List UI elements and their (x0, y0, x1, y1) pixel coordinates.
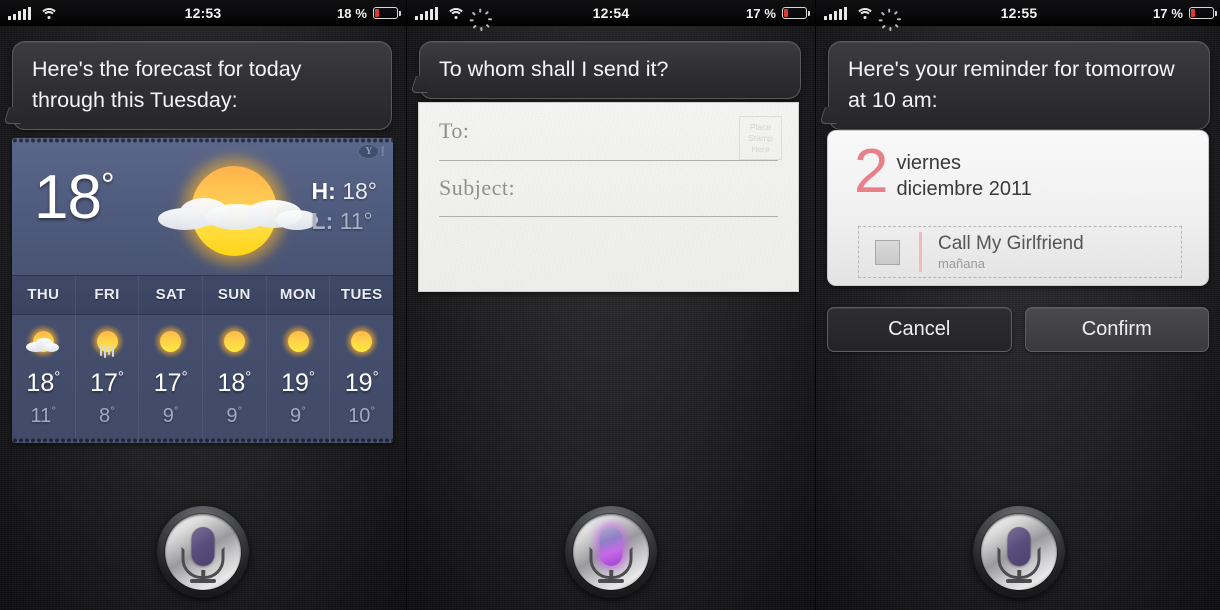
status-bar-right: 17 % (1152, 0, 1217, 26)
forecast-high: 19° (344, 368, 379, 397)
current-temperature: 18° (34, 163, 115, 232)
forecast-high: 18° (217, 368, 252, 397)
forecast-day-label: SAT (139, 276, 204, 314)
reminder-list-item[interactable]: Call My Girlfriend mañana (858, 226, 1182, 278)
battery-icon (782, 7, 810, 19)
email-subject-label: Subject: (439, 175, 516, 200)
forecast-day-label: THU (12, 276, 76, 314)
forecast-cell[interactable]: 19° 10° (330, 315, 393, 440)
current-condition-icon (158, 147, 318, 275)
forecast-low: 9° (226, 403, 243, 427)
sun-behind-rain-icon (90, 324, 124, 358)
forecast-low: 9° (290, 403, 306, 427)
forecast-cell[interactable]: 18° 9° (203, 315, 267, 440)
weather-widget[interactable]: Y! 18° H: 18° L: 11° THU FRI SAT SUN MON… (12, 138, 393, 443)
email-to-underline (439, 160, 778, 161)
siri-response-bubble: Here's the forecast for today through th… (12, 41, 392, 130)
sun-icon (217, 324, 252, 358)
reminder-date-header: 2 viernes diciembre 2011 (854, 137, 1032, 206)
email-to-label: To: (439, 118, 470, 143)
siri-reminder-screen: 12:55 17 % Here's your reminder for tomo… (815, 0, 1220, 610)
sun-icon (153, 324, 188, 358)
low-temperature: L: 11° (311, 208, 373, 234)
forecast-cell[interactable]: 17° 8° (76, 315, 140, 440)
forecast-day-label: SUN (203, 276, 267, 314)
forecast-low: 9° (162, 403, 179, 427)
battery-percentage: 18 % (336, 5, 367, 21)
forecast-low: 8° (99, 403, 115, 427)
status-bar: 12:53 18 % (0, 0, 406, 26)
forecast-high: 17° (90, 368, 124, 397)
weather-current-conditions: Y! 18° H: 18° L: 11° (12, 138, 393, 275)
siri-response-bubble: To whom shall I send it? (419, 41, 801, 99)
mic-icon (573, 514, 649, 590)
reminder-month-year: diciembre 2011 (896, 178, 1032, 200)
widget-top-perforation (12, 138, 393, 143)
reminder-card[interactable]: 2 viernes diciembre 2011 Call My Girlfri… (827, 130, 1209, 286)
siri-response-text: Here's your reminder for tomorrow at 10 … (848, 57, 1175, 112)
sun-behind-cloud-icon (26, 324, 61, 358)
reminder-checkbox[interactable] (875, 239, 900, 265)
email-body-field[interactable] (439, 228, 778, 281)
forecast-day-label: FRI (76, 276, 140, 314)
battery-icon (373, 7, 401, 19)
reminder-color-bar (919, 232, 922, 272)
siri-mic-button[interactable] (973, 506, 1065, 598)
forecast-cell[interactable]: 19° 9° (267, 315, 331, 440)
forecast-high: 19° (281, 368, 315, 397)
status-bar: 12:55 17 % (816, 0, 1220, 31)
siri-response-text: To whom shall I send it? (439, 57, 669, 81)
battery-percentage: 17 % (1152, 5, 1183, 21)
yahoo-logo-icon: Y! (358, 144, 385, 159)
siri-email-screen: 12:54 17 % To whom shall I send it? Plac… (406, 0, 815, 610)
status-bar-right: 18 % (336, 0, 401, 26)
forecast-day-headers: THU FRI SAT SUN MON TUES (12, 275, 393, 314)
email-compose-card[interactable]: Place Stamp Here To: Subject: (418, 102, 799, 292)
mic-icon (981, 514, 1057, 590)
confirm-button[interactable]: Confirm (1024, 307, 1209, 352)
reminder-item-title: Call My Girlfriend (938, 232, 1084, 254)
cancel-button[interactable]: Cancel (827, 307, 1012, 352)
sun-icon (344, 324, 379, 358)
siri-mic-button[interactable] (565, 506, 657, 598)
battery-percentage: 17 % (745, 5, 776, 21)
widget-bottom-perforation (12, 438, 393, 443)
reminder-day-number: 2 (854, 137, 889, 206)
three-screenshot-strip: 12:53 18 % Here's the forecast for today… (0, 0, 1220, 610)
sun-icon (281, 324, 316, 358)
forecast-low: 10° (348, 403, 376, 427)
battery-icon (1189, 7, 1217, 19)
stamp-line: Here (751, 143, 770, 154)
reminder-action-buttons: Cancel Confirm (827, 307, 1209, 352)
forecast-cell[interactable]: 17° 9° (139, 315, 204, 440)
siri-weather-screen: 12:53 18 % Here's the forecast for today… (0, 0, 406, 610)
forecast-day-label: MON (267, 276, 331, 314)
forecast-cell[interactable]: 18° 11° (12, 315, 76, 440)
reminder-item-subtitle: mañana (938, 255, 985, 271)
forecast-high: 17° (153, 368, 188, 397)
mic-icon (165, 514, 241, 590)
high-low-temperatures: H: 18° L: 11° (312, 176, 377, 236)
status-bar-right: 17 % (745, 0, 810, 26)
siri-mic-button[interactable] (157, 506, 249, 598)
forecast-row: 18° 11° 17° 8° 17° 9° 18° 9° 19° 9° 19° … (12, 314, 393, 440)
email-subject-underline (439, 216, 778, 217)
forecast-low: 11° (30, 403, 57, 427)
siri-response-bubble: Here's your reminder for tomorrow at 10 … (828, 41, 1210, 130)
forecast-high: 18° (26, 368, 61, 397)
high-temperature: H: 18° (311, 178, 377, 204)
reminder-day-of-week: viernes (896, 152, 961, 174)
siri-response-text: Here's the forecast for today through th… (32, 57, 302, 112)
status-bar: 12:54 17 % (407, 0, 815, 31)
forecast-day-label: TUES (340, 286, 383, 303)
